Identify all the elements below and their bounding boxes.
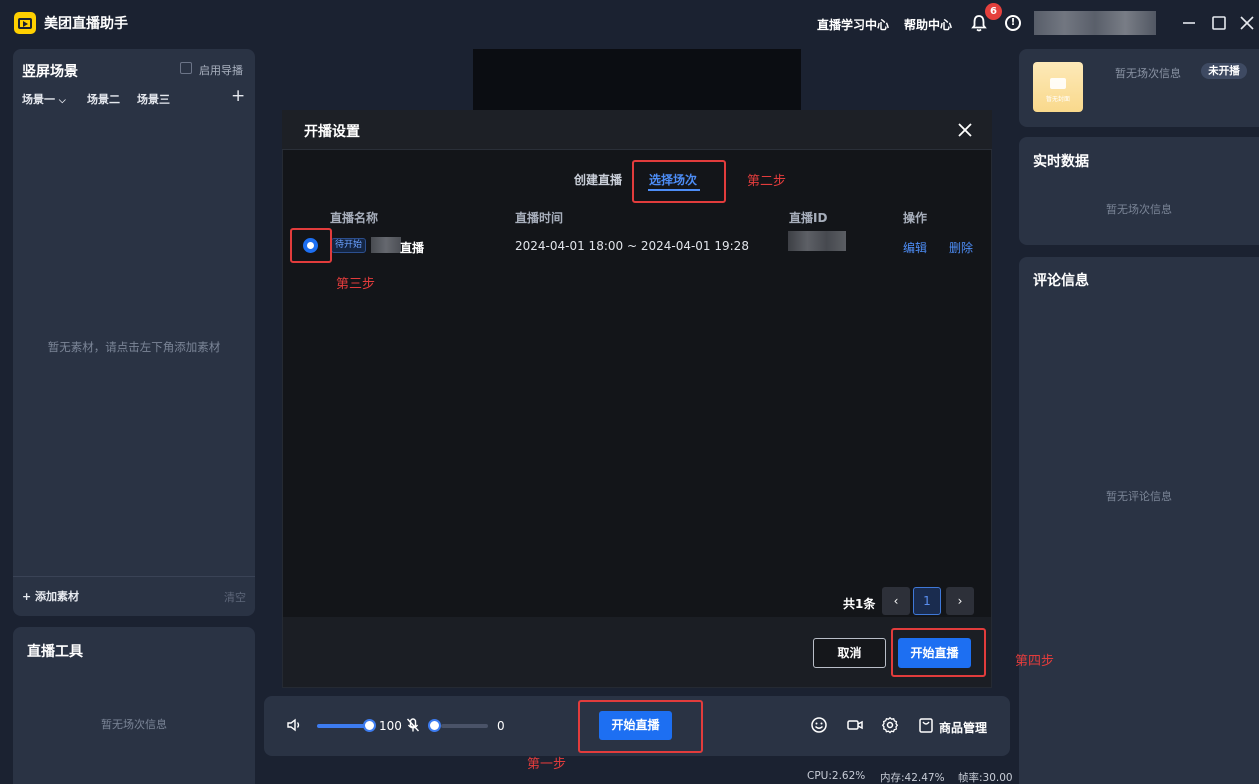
redacted-name xyxy=(371,237,401,253)
tab-create-live[interactable]: 创建直播 xyxy=(574,171,622,188)
annotation-box-step4 xyxy=(891,628,986,677)
scene-tab-3[interactable]: 场景三 xyxy=(137,91,170,107)
annotation-step4: 第四步 xyxy=(1015,654,1055,669)
status-badge: 未开播 xyxy=(1201,63,1247,79)
annotation-step3: 第三步 xyxy=(336,277,376,292)
next-page-button[interactable]: › xyxy=(946,587,974,615)
chevron-down-icon: ⌵ xyxy=(58,96,66,106)
speaker-icon[interactable] xyxy=(286,717,302,733)
scene-panel-title: 竖屏场景 xyxy=(22,64,78,80)
prev-page-button[interactable]: ‹ xyxy=(882,587,910,615)
scene-panel xyxy=(13,49,255,616)
column-header-name: 直播名称 xyxy=(330,211,379,225)
comments-empty-text: 暂无评论信息 xyxy=(1106,490,1172,503)
session-info-text: 暂无场次信息 xyxy=(1115,67,1181,80)
chevron-right-icon: › xyxy=(957,594,963,608)
realtime-data-title: 实时数据 xyxy=(1033,154,1089,170)
annotation-box-step3 xyxy=(290,228,332,263)
guide-checkbox[interactable] xyxy=(180,62,192,74)
annotation-box-step1 xyxy=(578,700,703,753)
cpu-usage: CPU:2.62% xyxy=(807,770,866,782)
frame-rate: 帧率:30.00 xyxy=(958,772,1013,784)
session-name: 直播 xyxy=(400,241,425,255)
gear-icon[interactable] xyxy=(881,716,899,734)
annotation-step1: 第一步 xyxy=(527,757,567,772)
close-window-icon[interactable] xyxy=(1236,12,1258,34)
comments-title: 评论信息 xyxy=(1033,273,1089,289)
close-icon[interactable] xyxy=(956,121,974,139)
divider xyxy=(13,576,255,577)
add-material-button[interactable]: + 添加素材 xyxy=(22,588,79,604)
mic-slider-handle[interactable] xyxy=(428,719,441,732)
live-preview xyxy=(473,49,801,110)
help-center-link[interactable]: 帮助中心 xyxy=(904,16,952,33)
volume-value: 100 xyxy=(379,719,402,733)
delete-link[interactable]: 删除 xyxy=(949,239,973,256)
goods-bag-icon[interactable] xyxy=(917,716,935,734)
bell-icon[interactable] xyxy=(970,14,988,32)
notification-badge: 6 xyxy=(985,3,1002,20)
annotation-box-step2 xyxy=(632,160,726,203)
learning-center-link[interactable]: 直播学习中心 xyxy=(817,16,889,33)
info-alert-icon[interactable]: ! xyxy=(1005,15,1021,31)
plus-icon: + xyxy=(22,590,36,603)
mic-muted-icon[interactable] xyxy=(405,717,421,733)
live-tools-empty-text: 暂无场次信息 xyxy=(101,718,167,731)
emoji-icon[interactable] xyxy=(810,716,828,734)
goods-manage-button[interactable]: 商品管理 xyxy=(939,719,987,736)
column-header-time: 直播时间 xyxy=(515,211,564,225)
minimize-icon[interactable] xyxy=(1178,12,1200,34)
column-header-actions: 操作 xyxy=(903,211,928,225)
camera-icon[interactable] xyxy=(846,716,864,734)
chevron-left-icon: ‹ xyxy=(893,594,899,608)
modal-header xyxy=(282,110,992,150)
memory-usage: 内存:42.47% xyxy=(880,772,945,784)
status-tag: 待开始 xyxy=(331,238,366,253)
cancel-button[interactable]: 取消 xyxy=(813,638,886,668)
volume-slider-handle[interactable] xyxy=(363,719,376,732)
empty-material-text: 暂无素材，请点击左下角添加素材 xyxy=(47,340,221,354)
user-account[interactable] xyxy=(1034,11,1156,35)
clear-button[interactable]: 清空 xyxy=(224,589,246,605)
redacted-session-id xyxy=(788,231,846,251)
cover-thumbnail[interactable]: 暂无封面 xyxy=(1033,62,1083,112)
session-time: 2024-04-01 18:00 ~ 2024-04-01 19:28 xyxy=(515,239,749,253)
modal-title: 开播设置 xyxy=(304,124,360,140)
mic-value: 0 xyxy=(497,719,505,733)
scene-tab-1[interactable]: 场景一 ⌵ xyxy=(22,91,66,107)
app-logo-icon xyxy=(14,12,36,34)
annotation-step2: 第二步 xyxy=(747,174,787,189)
maximize-icon[interactable] xyxy=(1208,12,1230,34)
realtime-empty-text: 暂无场次信息 xyxy=(1106,203,1172,216)
page-1-button[interactable]: 1 xyxy=(913,587,941,615)
mic-slider[interactable] xyxy=(441,724,488,728)
add-scene-icon[interactable]: + xyxy=(231,86,245,106)
scene-tab-2[interactable]: 场景二 xyxy=(87,91,120,107)
comments-panel xyxy=(1019,257,1259,784)
edit-link[interactable]: 编辑 xyxy=(903,239,927,256)
total-count: 共1条 xyxy=(843,597,876,611)
column-header-id: 直播ID xyxy=(789,211,828,225)
app-title: 美团直播助手 xyxy=(44,16,128,32)
live-tools-title: 直播工具 xyxy=(27,644,83,660)
guide-checkbox-label[interactable]: 启用导播 xyxy=(199,62,243,78)
